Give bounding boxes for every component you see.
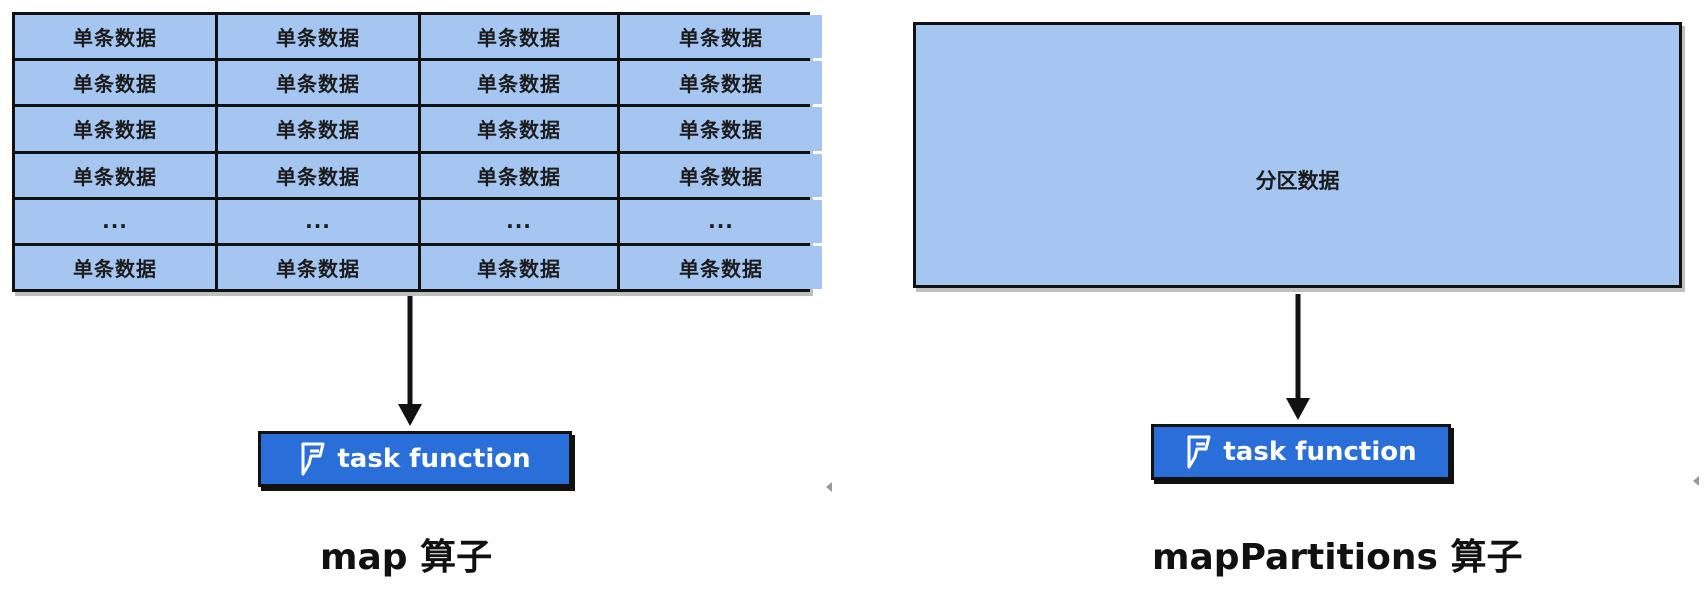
grid-cell: 单条数据 xyxy=(218,245,418,289)
edge-marker-icon xyxy=(1693,476,1699,486)
grid-cell: 单条数据 xyxy=(620,61,822,105)
grid-cell: 单条数据 xyxy=(218,153,418,197)
foursquare-icon xyxy=(301,442,325,476)
grid-cell: 单条数据 xyxy=(218,61,418,105)
grid-cell: ... xyxy=(620,199,822,243)
grid-cell: 单条数据 xyxy=(218,107,418,151)
grid-cell: ... xyxy=(218,199,418,243)
partition-data-block: 分区数据 xyxy=(913,22,1682,288)
grid-cell: 单条数据 xyxy=(620,245,822,289)
down-arrow-icon xyxy=(1283,294,1313,422)
map-operator-caption: map 算子 xyxy=(320,537,493,578)
partition-data-label: 分区数据 xyxy=(1255,169,1340,193)
grid-cell: 单条数据 xyxy=(421,15,617,59)
grid-cell: 单条数据 xyxy=(15,107,215,151)
grid-cell: 单条数据 xyxy=(15,245,215,289)
grid-cell: 单条数据 xyxy=(218,15,418,59)
mappartitions-operator-panel: 分区数据 task function mapPartitions 算子 xyxy=(850,0,1705,594)
task-function-button: task function xyxy=(258,431,572,487)
task-function-label: task function xyxy=(337,444,531,474)
grid-cell: 单条数据 xyxy=(421,245,617,289)
grid-cell: 单条数据 xyxy=(421,107,617,151)
grid-cell: 单条数据 xyxy=(15,61,215,105)
edge-marker-icon xyxy=(826,482,832,492)
grid-cell: 单条数据 xyxy=(421,61,617,105)
grid-cell: ... xyxy=(421,199,617,243)
foursquare-icon xyxy=(1187,435,1211,469)
down-arrow-icon xyxy=(395,296,425,428)
grid-cell: 单条数据 xyxy=(620,15,822,59)
single-record-grid: 单条数据 单条数据 单条数据 单条数据 单条数据 单条数据 单条数据 单条数据 单条数据 单条数据… xyxy=(12,12,822,292)
grid-cell: 单条数据 xyxy=(620,153,822,197)
grid-cell: 单条数据 xyxy=(15,15,215,59)
map-operator-panel: 单条数据 单条数据 单条数据 单条数据 单条数据 单条数据 单条数据 单条数据 单条数据 单条数据… xyxy=(0,0,850,594)
grid-cell: 单条数据 xyxy=(620,107,822,151)
grid-cell: 单条数据 xyxy=(15,153,215,197)
task-function-button: task function xyxy=(1151,424,1451,480)
grid-cell: ... xyxy=(15,199,215,243)
task-function-label: task function xyxy=(1223,437,1417,467)
grid-cell: 单条数据 xyxy=(421,153,617,197)
mappartitions-operator-caption: mapPartitions 算子 xyxy=(1152,537,1523,578)
